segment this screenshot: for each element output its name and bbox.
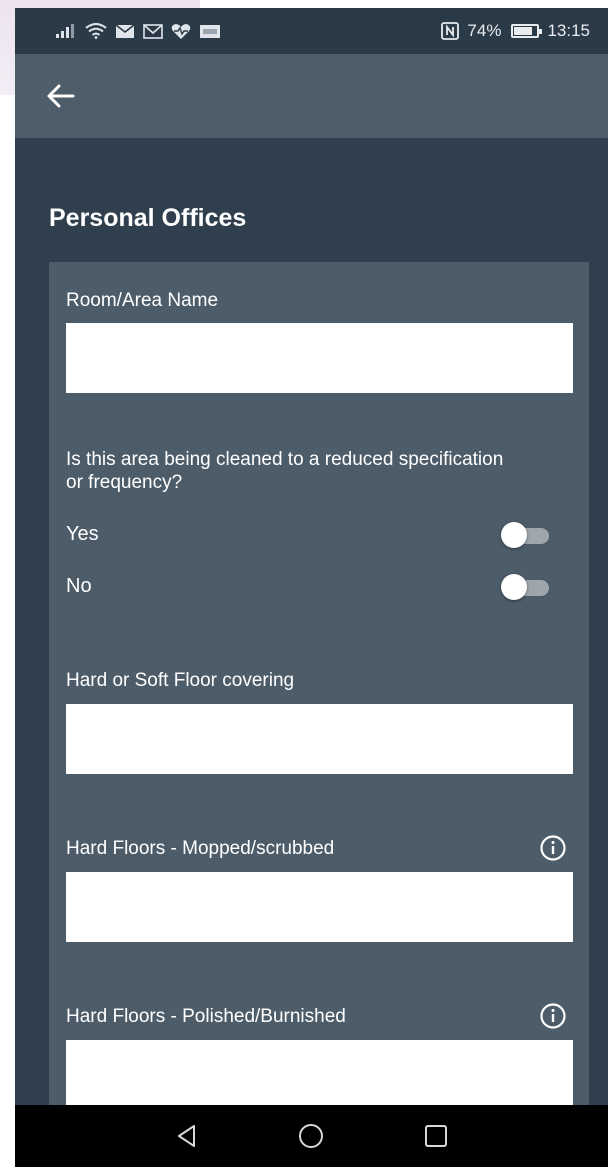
- status-right: 74% 13:15: [441, 21, 590, 41]
- form-card: Room/Area Name Is this area being cleane…: [49, 262, 589, 1122]
- floor-covering-label: Hard or Soft Floor covering: [66, 670, 295, 691]
- reduced-spec-question: Is this area being cleaned to a reduced …: [66, 449, 504, 493]
- square-recents-icon[interactable]: [421, 1121, 451, 1151]
- polished-label: Hard Floors - Polished/Burnished: [66, 1006, 346, 1027]
- nfc-icon: [441, 22, 460, 40]
- battery-percent: 74%: [467, 21, 502, 40]
- info-icon[interactable]: [539, 834, 567, 862]
- page-title: Personal Offices: [49, 204, 247, 232]
- circle-home-icon[interactable]: [296, 1121, 326, 1151]
- info-icon[interactable]: [539, 1002, 567, 1030]
- status-bar: 74% 13:15: [15, 8, 608, 54]
- signal-icon: [56, 24, 74, 38]
- wifi-icon: [85, 23, 107, 39]
- no-toggle[interactable]: [501, 572, 555, 602]
- yes-toggle-knob: [501, 522, 527, 548]
- option-no-label: No: [66, 575, 92, 597]
- status-left: [55, 23, 221, 40]
- mail-icon: [115, 23, 135, 38]
- option-yes-label: Yes: [66, 523, 99, 545]
- polished-input[interactable]: [66, 1040, 573, 1110]
- phone-screen: 74% 13:15 Personal Offices Room/Area Nam…: [15, 8, 608, 1167]
- mopped-input[interactable]: [66, 872, 573, 942]
- status-time: 13:15: [547, 21, 590, 40]
- battery-icon: [511, 24, 543, 38]
- mopped-label: Hard Floors - Mopped/scrubbed: [66, 838, 335, 859]
- arrow-left-icon[interactable]: [45, 80, 77, 112]
- triangle-back-icon[interactable]: [172, 1121, 202, 1151]
- no-toggle-knob: [501, 574, 527, 600]
- floor-covering-input[interactable]: [66, 704, 573, 774]
- room-name-input[interactable]: [66, 323, 573, 393]
- gmail-icon: [143, 23, 163, 39]
- system-nav-bar: [15, 1105, 608, 1167]
- ebay-icon: [200, 24, 220, 38]
- room-name-label: Room/Area Name: [66, 290, 219, 311]
- health-icon: [171, 23, 191, 39]
- app-bar: [15, 54, 608, 138]
- yes-toggle[interactable]: [501, 520, 555, 550]
